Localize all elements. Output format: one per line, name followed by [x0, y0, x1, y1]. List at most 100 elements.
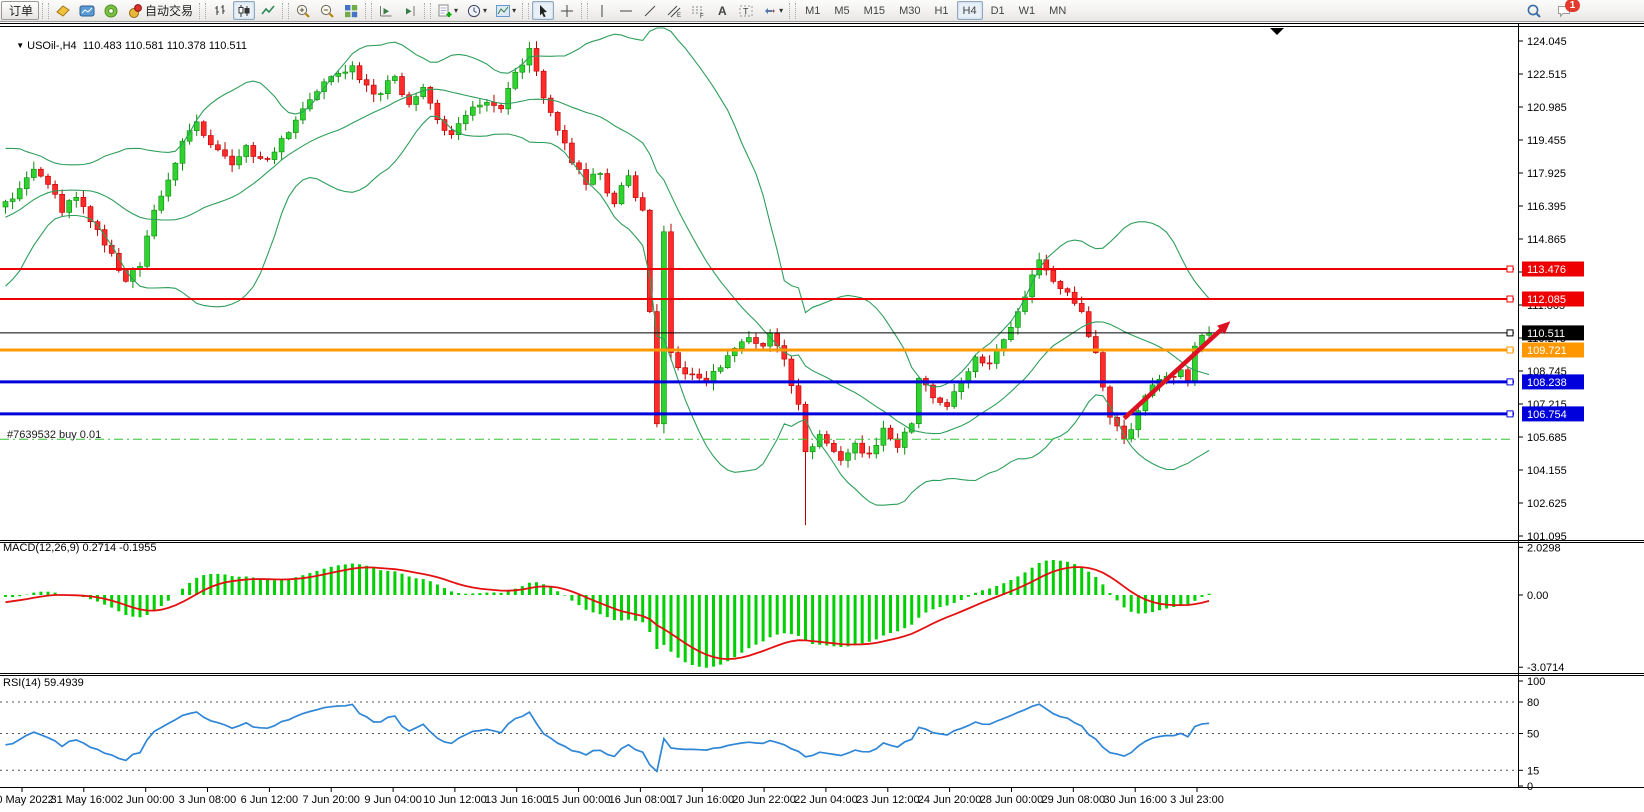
- svg-text:50: 50: [1527, 729, 1539, 741]
- fibonacci-icon: F: [690, 3, 706, 19]
- rsi-pane: [0, 702, 1516, 771]
- svg-text:7 Jun 20:00: 7 Jun 20:00: [302, 794, 360, 806]
- candlestick-chart-button[interactable]: [233, 1, 255, 20]
- trend-arrow[interactable]: [1124, 321, 1230, 418]
- chart-window[interactable]: 124.045122.515120.985119.455117.925116.3…: [0, 22, 1644, 812]
- cursor-icon: [535, 3, 551, 19]
- svg-text:10 Jun 12:00: 10 Jun 12:00: [423, 794, 487, 806]
- timeframe-d1-button[interactable]: D1: [985, 1, 1011, 20]
- timeframe-h1-button[interactable]: H1: [928, 1, 954, 20]
- symbol-dropdown-icon[interactable]: ▼: [16, 41, 24, 50]
- zoom-in-button[interactable]: [292, 1, 314, 20]
- dropdown-arrow-icon: ▾: [779, 6, 783, 15]
- text-button[interactable]: A: [711, 1, 733, 20]
- line-chart-button[interactable]: [257, 1, 279, 20]
- svg-text:15: 15: [1527, 765, 1539, 777]
- svg-text:16 Jun 08:00: 16 Jun 08:00: [609, 794, 673, 806]
- label-icon: T: [738, 3, 754, 19]
- svg-text:-3.0714: -3.0714: [1527, 662, 1564, 674]
- notification-badge: 1: [1565, 0, 1580, 12]
- timeframe-m15-button[interactable]: M15: [858, 1, 891, 20]
- tile-windows-icon: [343, 3, 359, 19]
- zoom-out-button[interactable]: [316, 1, 338, 20]
- trendline-button[interactable]: [639, 1, 661, 20]
- vertical-line-button[interactable]: [591, 1, 613, 20]
- horizontal-levels: [0, 266, 1514, 439]
- svg-text:24 Jun 20:00: 24 Jun 20:00: [918, 794, 982, 806]
- svg-text:17 Jun 16:00: 17 Jun 16:00: [670, 794, 734, 806]
- svg-text:101.095: 101.095: [1527, 531, 1567, 543]
- position-label: #7639532 buy 0.01: [7, 429, 101, 441]
- svg-text:0: 0: [1527, 781, 1533, 793]
- chart-shift-button[interactable]: [399, 1, 421, 20]
- svg-text:30 May 2022: 30 May 2022: [0, 794, 54, 806]
- svg-text:2.0298: 2.0298: [1527, 542, 1561, 554]
- text-label-button[interactable]: T: [735, 1, 757, 20]
- channel-icon: E: [666, 3, 682, 19]
- timeframe-m1-button[interactable]: M1: [799, 1, 826, 20]
- auto-scroll-button[interactable]: [375, 1, 397, 20]
- horizontal-line-button[interactable]: [615, 1, 637, 20]
- signals-button[interactable]: [100, 1, 122, 20]
- tile-windows-button[interactable]: [340, 1, 362, 20]
- shapes-icon: [762, 3, 778, 19]
- time-axis-labels[interactable]: 30 May 202231 May 16:002 Jun 00:003 Jun …: [0, 787, 1224, 806]
- add-indicator-icon: [437, 3, 453, 19]
- svg-text:105.685: 105.685: [1527, 432, 1567, 444]
- svg-text:T: T: [743, 6, 749, 16]
- fibonacci-button[interactable]: F: [687, 1, 709, 20]
- horizontal-line-icon: [618, 3, 634, 19]
- toolbar-grip: [42, 3, 49, 19]
- notifications-button[interactable]: 1: [1556, 3, 1572, 19]
- signals-icon: [103, 3, 119, 19]
- autotrade-icon: [127, 3, 143, 19]
- bars-chart-icon: [212, 3, 228, 19]
- periods-button[interactable]: ▾: [463, 1, 490, 20]
- equidistant-channel-button[interactable]: E: [663, 1, 685, 20]
- templates-button[interactable]: ▾: [492, 1, 519, 20]
- timeframe-m30-button[interactable]: M30: [893, 1, 926, 20]
- symbol-label: USOil-,H4: [27, 40, 77, 52]
- crosshair-button[interactable]: [556, 1, 578, 20]
- auto-scroll-icon: [378, 3, 394, 19]
- toolbar-grip: [282, 3, 289, 19]
- chart-svg[interactable]: 124.045122.515120.985119.455117.925116.3…: [0, 22, 1644, 812]
- svg-text:A: A: [718, 4, 727, 18]
- svg-text:20 Jun 22:00: 20 Jun 22:00: [732, 794, 796, 806]
- svg-text:108.238: 108.238: [1527, 377, 1567, 389]
- svg-text:15 Jun 00:00: 15 Jun 00:00: [547, 794, 611, 806]
- toolbar: 订单 自动交易 ▾ ▾ ▾ EFA T ▾ M1M5M15M30H1H4D1W1MN 1: [0, 0, 1644, 22]
- svg-text:109.721: 109.721: [1527, 345, 1567, 357]
- dropdown-arrow-icon: ▾: [483, 6, 487, 15]
- bars-chart-button[interactable]: [209, 1, 231, 20]
- pane-separators[interactable]: [0, 24, 1644, 788]
- macd-pane: [6, 560, 1210, 668]
- terminal-button[interactable]: [76, 1, 98, 20]
- autotrade-button-label: 自动交易: [145, 2, 193, 19]
- market-watch-button[interactable]: [52, 1, 74, 20]
- autotrade-button[interactable]: 自动交易: [124, 1, 196, 20]
- timeframe-w1-button[interactable]: W1: [1013, 1, 1042, 20]
- timeframe-m5-button[interactable]: M5: [828, 1, 855, 20]
- svg-text:6 Jun 12:00: 6 Jun 12:00: [241, 794, 299, 806]
- chart-shift-marker[interactable]: [1270, 28, 1284, 35]
- svg-text:119.455: 119.455: [1527, 135, 1566, 147]
- svg-text:80: 80: [1527, 697, 1539, 709]
- search-icon: [1526, 3, 1542, 19]
- new-order-button[interactable]: 订单: [1, 1, 39, 20]
- svg-text:113.476: 113.476: [1527, 264, 1566, 276]
- gold-tag-icon: [55, 3, 71, 19]
- timeframe-h4-button[interactable]: H4: [957, 1, 983, 20]
- ohlc-values: 110.483 110.581 110.378 110.511: [83, 40, 247, 52]
- svg-text:23 Jun 12:00: 23 Jun 12:00: [856, 794, 920, 806]
- trendline-icon: [642, 3, 658, 19]
- add-indicator-button[interactable]: ▾: [434, 1, 461, 20]
- search-button[interactable]: [1523, 1, 1545, 20]
- timeframe-mn-button[interactable]: MN: [1043, 1, 1072, 20]
- chart-shift-icon: [402, 3, 418, 19]
- dropdown-arrow-icon: ▾: [512, 6, 516, 15]
- svg-text:106.754: 106.754: [1527, 409, 1567, 421]
- chart-title: ▼USOil-,H4 110.483 110.581 110.378 110.5…: [4, 28, 247, 64]
- cursor-button[interactable]: [532, 1, 554, 20]
- arrows-button[interactable]: ▾: [759, 1, 786, 20]
